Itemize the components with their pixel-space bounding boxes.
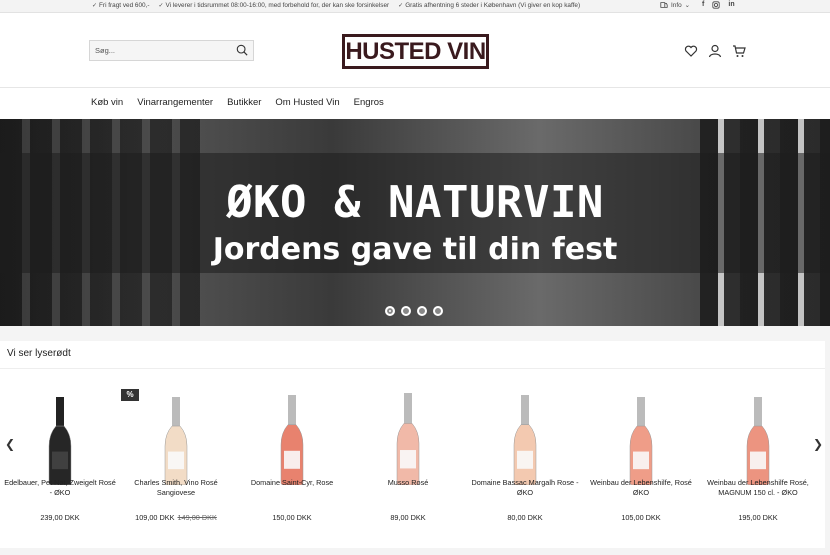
product-price: 109,00 DKK 149,00 DKK xyxy=(118,513,234,522)
slider-dot-2[interactable] xyxy=(401,306,411,316)
product-image[interactable] xyxy=(46,397,74,485)
current-price: 89,00 DKK xyxy=(390,513,426,522)
product-price: 89,00 DKK xyxy=(350,513,466,522)
slider-dot-1[interactable] xyxy=(385,306,395,316)
site-logo[interactable]: HUSTED VIN xyxy=(342,34,489,69)
usp-list: Fri fragt ved 600,- Vi leverer i tidsrum… xyxy=(92,2,580,9)
current-price: 105,00 DKK xyxy=(621,513,661,522)
product-price: 239,00 DKK xyxy=(2,513,118,522)
usp-free-shipping: Fri fragt ved 600,- xyxy=(92,2,149,9)
product-name[interactable]: Weinbau der Lebenshilfe, Rosé ØKO xyxy=(585,478,697,498)
nav-item-events[interactable]: Vinarrangementer xyxy=(137,97,213,108)
hero-subheadline: Jordens gave til din fest xyxy=(212,232,618,267)
product-price: 80,00 DKK xyxy=(467,513,583,522)
product-carousel: Vi ser lyserødt ❮ ❯ % Edelbauer, Pet Nat… xyxy=(0,341,825,548)
product-image[interactable] xyxy=(744,397,772,485)
current-price: 80,00 DKK xyxy=(507,513,543,522)
old-price: 149,00 DKK xyxy=(177,513,217,522)
product-image[interactable] xyxy=(278,395,306,485)
product-price: 195,00 DKK xyxy=(700,513,816,522)
info-icon xyxy=(660,2,668,8)
product-name[interactable]: Charles Smith, Vino Rosé Sangiovese xyxy=(120,478,232,498)
product-price: 150,00 DKK xyxy=(234,513,350,522)
info-dropdown[interactable]: Info ⌄ xyxy=(660,1,690,9)
nav-item-about[interactable]: Om Husted Vin xyxy=(275,97,339,108)
current-price: 109,00 DKK xyxy=(135,513,175,522)
search-input[interactable] xyxy=(90,41,230,60)
hero-headline: ØKO & NATURVIN xyxy=(226,177,604,228)
product-card[interactable]: Domaine Saint-Cyr, Rose 150,00 DKK xyxy=(234,375,350,545)
header-icons xyxy=(684,44,746,58)
chevron-down-icon: ⌄ xyxy=(684,2,691,9)
product-image[interactable] xyxy=(511,395,539,485)
instagram-icon[interactable] xyxy=(712,1,720,9)
main-nav: Køb vin Vinarrangementer Butikker Om Hus… xyxy=(0,88,830,119)
slider-dot-4[interactable] xyxy=(433,306,443,316)
user-icon xyxy=(708,44,722,58)
product-name[interactable]: Edelbauer, Pet Nat, Zweigelt Rosé - ØKO xyxy=(4,478,116,498)
top-bar: Fri fragt ved 600,- Vi leverer i tidsrum… xyxy=(0,0,830,13)
product-image[interactable] xyxy=(162,397,190,485)
slider-dots xyxy=(385,306,443,316)
current-price: 195,00 DKK xyxy=(738,513,778,522)
product-name[interactable]: Musso Rosé xyxy=(352,478,464,488)
linkedin-icon[interactable]: in xyxy=(728,1,734,9)
heart-icon xyxy=(684,45,698,57)
product-name[interactable]: Domaine Bassac Margalh Rose - ØKO xyxy=(469,478,581,498)
usp-free-pickup: Gratis afhentning 6 steder i København (… xyxy=(398,2,580,9)
search-box xyxy=(89,40,254,61)
product-image[interactable] xyxy=(394,393,422,485)
cart-icon xyxy=(733,45,746,57)
section-title: Vi ser lyserødt xyxy=(7,348,71,359)
product-price: 105,00 DKK xyxy=(583,513,699,522)
product-card[interactable]: Musso Rosé 89,00 DKK xyxy=(350,375,466,545)
cart-button[interactable] xyxy=(732,44,746,58)
topbar-right: Info ⌄ f in xyxy=(660,1,735,9)
product-image[interactable] xyxy=(627,397,655,485)
info-label: Info xyxy=(671,1,682,9)
site-header: HUSTED VIN xyxy=(0,13,830,88)
wishlist-button[interactable] xyxy=(684,44,698,58)
nav-item-shops[interactable]: Butikker xyxy=(227,97,261,108)
usp-delivery-time: Vi leverer i tidsrummet 08:00-16:00, med… xyxy=(158,2,390,9)
section-divider xyxy=(0,368,825,369)
hero-banner[interactable]: ØKO & NATURVIN Jordens gave til din fest xyxy=(0,119,830,326)
product-card[interactable]: Edelbauer, Pet Nat, Zweigelt Rosé - ØKO 2… xyxy=(2,375,118,545)
nav-item-buy-wine[interactable]: Køb vin xyxy=(91,97,123,108)
slider-dot-3[interactable] xyxy=(417,306,427,316)
product-card[interactable]: Weinbau der Lebenshilfe, Rosé ØKO 105,00 … xyxy=(583,375,699,545)
current-price: 150,00 DKK xyxy=(272,513,312,522)
product-card[interactable]: Weinbau der Lebenshilfe Rosé, MAGNUM 150… xyxy=(700,375,816,545)
account-button[interactable] xyxy=(708,44,722,58)
current-price: 239,00 DKK xyxy=(40,513,80,522)
facebook-icon[interactable]: f xyxy=(702,1,704,9)
product-card[interactable]: Domaine Bassac Margalh Rose - ØKO 80,00 D… xyxy=(467,375,583,545)
product-name[interactable]: Domaine Saint-Cyr, Rose xyxy=(236,478,348,488)
product-name[interactable]: Weinbau der Lebenshilfe Rosé, MAGNUM 150… xyxy=(702,478,814,498)
social-links: f in xyxy=(702,1,735,9)
nav-item-wholesale[interactable]: Engros xyxy=(354,97,384,108)
product-card[interactable]: Charles Smith, Vino Rosé Sangiovese 109,0… xyxy=(118,375,234,545)
search-icon[interactable] xyxy=(236,44,248,56)
